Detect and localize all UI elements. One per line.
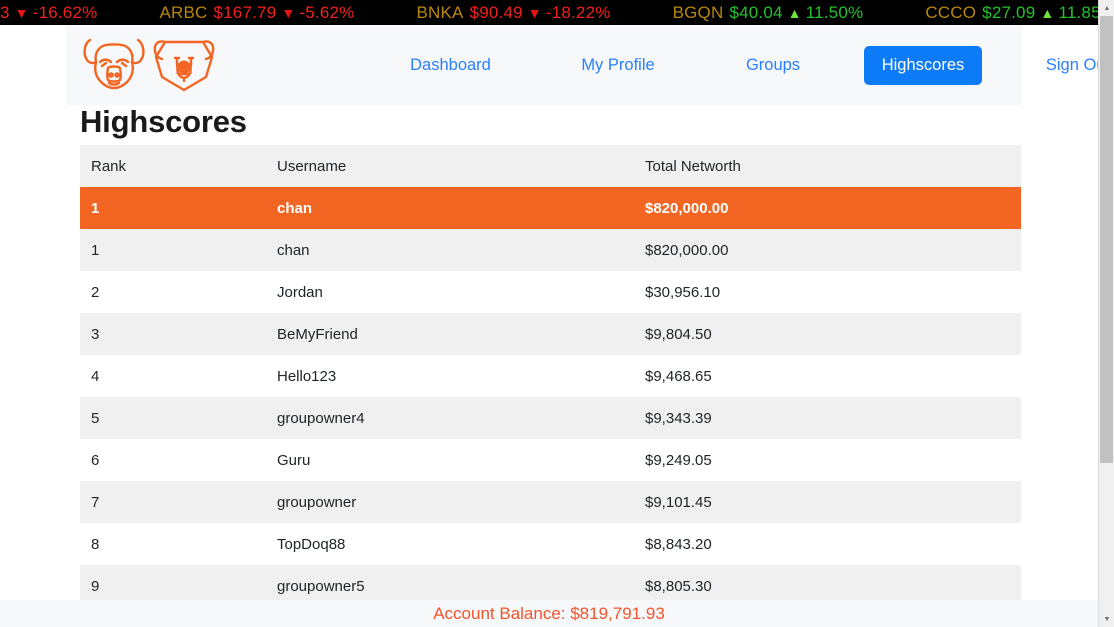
arrow-down-icon: ▼: [527, 4, 542, 21]
main-navbar: Dashboard My Profile Groups Highscores S…: [66, 25, 1110, 105]
cell-rank: 4: [91, 367, 100, 385]
scrollbar-track[interactable]: [1099, 463, 1114, 611]
column-header-username: Username: [277, 145, 645, 187]
table-row[interactable]: 3 BeMyFriend $9,804.50: [80, 313, 1021, 355]
bull-head-icon: [80, 32, 148, 98]
bear-head-icon: [150, 32, 218, 98]
table-header-row: Rank Username Total Networth: [80, 145, 1021, 187]
cell-username: Guru: [277, 451, 311, 469]
scrollbar-thumb[interactable]: [1100, 16, 1113, 463]
ticker-symbol: BGQN: [672, 2, 724, 22]
table-header: Rank Username Total Networth: [80, 145, 1021, 187]
table-row[interactable]: 2 Jordan $30,956.10: [80, 271, 1021, 313]
table-row[interactable]: 6 Guru $9,249.05: [80, 439, 1021, 481]
cell-rank: 2: [91, 283, 100, 301]
ticker-price: 3: [0, 2, 10, 22]
account-balance-text: Account Balance: $819,791.93: [433, 603, 665, 623]
cell-username: Jordan: [277, 283, 323, 301]
arrow-down-icon: ▼: [14, 4, 29, 21]
scrollbar-up-arrow-icon[interactable]: ▲: [1099, 0, 1114, 16]
cell-networth: $9,804.50: [645, 325, 712, 343]
highscores-table: Rank Username Total Networth 1 chan $820,0…: [80, 145, 1021, 607]
nav-links: Dashboard My Profile Groups Highscores S…: [218, 45, 1114, 85]
cell-networth: $820,000.00: [645, 241, 729, 259]
table-row[interactable]: 1 chan $820,000.00: [80, 187, 1021, 229]
nav-link-highscores[interactable]: Highscores: [863, 45, 983, 85]
cell-username: chan: [277, 241, 310, 259]
stock-ticker-bar: 3 ▼ -16.62% ARBC $167.79 ▼ -5.62% BNKA $90.49 ▼ -1…: [0, 0, 1098, 25]
cell-networth: $9,343.39: [645, 409, 712, 427]
scrollbar-down-arrow-icon[interactable]: ▼: [1099, 611, 1114, 627]
ticker-symbol: ARBC: [159, 2, 208, 22]
cell-rank: 7: [91, 493, 100, 511]
ticker-change: -16.62%: [32, 2, 98, 22]
ticker-price: $27.09: [982, 2, 1036, 22]
cell-rank: 8: [91, 535, 100, 553]
cell-networth: $8,843.20: [645, 535, 712, 553]
column-header-networth: Total Networth: [645, 145, 1021, 187]
ticker-price: $90.49: [469, 2, 523, 22]
ticker-change: 11.50%: [805, 2, 864, 22]
nav-link-groups[interactable]: Groups: [736, 48, 810, 83]
table-row[interactable]: 5 groupowner4 $9,343.39: [80, 397, 1021, 439]
table-row[interactable]: 7 groupowner $9,101.45: [80, 481, 1021, 523]
arrow-up-icon: ▲: [787, 4, 802, 21]
page-scrollbar[interactable]: ▲ ▼: [1098, 0, 1114, 627]
cell-networth: $9,249.05: [645, 451, 712, 469]
cell-rank: 6: [91, 451, 100, 469]
page-title: Highscores: [80, 104, 247, 139]
site-logo[interactable]: [80, 32, 218, 98]
ticker-item: 3 ▼ -16.62%: [0, 3, 97, 23]
ticker-change: 11.85%: [1058, 2, 1098, 22]
ticker-item: ARBC $167.79 ▼ -5.62%: [159, 3, 354, 23]
ticker-symbol: BNKA: [416, 2, 464, 22]
ticker-price: $40.04: [729, 2, 783, 22]
account-balance-bar: Account Balance: $819,791.93: [0, 600, 1098, 627]
cell-username: Hello123: [277, 367, 337, 385]
table-row[interactable]: 1 chan $820,000.00: [80, 229, 1021, 271]
cell-rank: 1: [91, 199, 100, 217]
ticker-symbol: CCCO: [925, 2, 977, 22]
cell-rank: 5: [91, 409, 100, 427]
cell-rank: 1: [91, 241, 100, 259]
nav-link-my-profile[interactable]: My Profile: [571, 48, 664, 83]
arrow-down-icon: ▼: [281, 4, 296, 21]
cell-username: groupowner4: [277, 409, 365, 427]
arrow-up-icon: ▲: [1040, 4, 1055, 21]
cell-networth: $9,468.65: [645, 367, 712, 385]
cell-username: BeMyFriend: [277, 325, 358, 343]
cell-networth: $820,000.00: [645, 199, 729, 217]
cell-rank: 3: [91, 325, 100, 343]
ticker-price: $167.79: [213, 2, 277, 22]
ticker-item: CCCO$27.09▲11.85%: [925, 3, 1098, 23]
nav-link-dashboard[interactable]: Dashboard: [400, 48, 501, 83]
column-header-rank: Rank: [80, 145, 277, 187]
cell-username: chan: [277, 199, 313, 217]
ticker-item: BNKA $90.49 ▼ -18.22%: [416, 3, 610, 23]
cell-networth: $30,956.10: [645, 283, 721, 301]
ticker-change: -18.22%: [545, 2, 611, 22]
table-row[interactable]: 4 Hello123 $9,468.65: [80, 355, 1021, 397]
cell-networth: $9,101.45: [645, 493, 712, 511]
table-body: 1 chan $820,000.00 1 chan $820,000.00 2 Jordan $…: [80, 187, 1021, 607]
cell-username: TopDoq88: [277, 535, 346, 553]
cell-username: groupowner: [277, 493, 357, 511]
table-row[interactable]: 8 TopDoq88 $8,843.20: [80, 523, 1021, 565]
ticker-change: -5.62%: [299, 2, 355, 22]
ticker-item: BGQN $40.04 ▲ 11.50%: [673, 3, 864, 23]
